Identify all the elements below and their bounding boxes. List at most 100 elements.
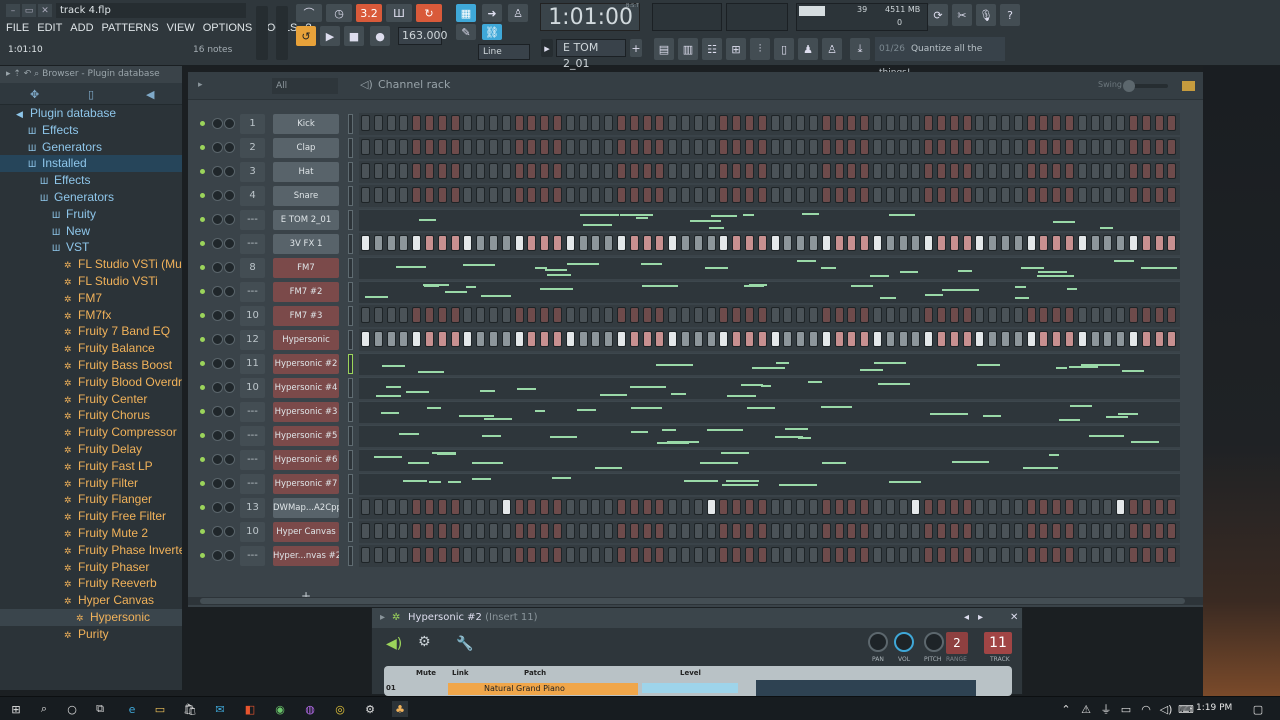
channel-mixer-track[interactable]: 11 (240, 354, 265, 374)
step-button[interactable] (937, 547, 946, 563)
step-button[interactable] (937, 115, 946, 131)
refresh-icon[interactable]: ⟳ (928, 4, 948, 26)
step-button[interactable] (1103, 139, 1113, 155)
channel-volume-knob[interactable] (224, 358, 235, 369)
step-button[interactable] (540, 187, 550, 203)
step-button[interactable] (565, 163, 575, 179)
step-button[interactable] (1103, 307, 1113, 323)
step-button[interactable] (617, 187, 626, 203)
step-button[interactable] (706, 115, 716, 131)
step-button[interactable] (1039, 115, 1049, 131)
step-button[interactable] (988, 523, 998, 539)
patch-selector[interactable]: Natural Grand Piano (448, 683, 638, 695)
step-button[interactable] (1001, 187, 1010, 203)
step-button[interactable] (898, 331, 908, 347)
step-button[interactable] (553, 307, 562, 323)
step-button[interactable] (489, 523, 498, 539)
step-button[interactable] (860, 307, 870, 323)
step-button[interactable] (476, 307, 486, 323)
step-button[interactable] (578, 307, 588, 323)
mixer-icon[interactable]: ⊞ (726, 38, 746, 60)
step-button[interactable] (565, 115, 575, 131)
channel-pan-knob[interactable] (212, 358, 223, 369)
step-button[interactable] (834, 499, 844, 515)
step-button[interactable] (1026, 139, 1036, 155)
step-button[interactable] (578, 163, 588, 179)
step-button[interactable] (1077, 307, 1087, 323)
step-button[interactable] (1026, 331, 1036, 347)
channel-pan-knob[interactable] (212, 478, 223, 489)
step-button[interactable] (629, 187, 639, 203)
channel-select-indicator[interactable] (348, 522, 353, 542)
step-button[interactable] (399, 499, 409, 515)
windows-start-icon[interactable]: ⊞ (8, 701, 24, 717)
channel-enable-led[interactable] (200, 121, 205, 126)
step-button[interactable] (719, 115, 729, 131)
step-button[interactable] (1141, 187, 1151, 203)
step-button[interactable] (489, 307, 498, 323)
step-button[interactable] (693, 547, 703, 563)
step-button[interactable] (425, 187, 434, 203)
step-button[interactable] (1141, 115, 1151, 131)
step-button[interactable] (911, 499, 921, 515)
step-button[interactable] (809, 235, 818, 251)
step-button[interactable] (604, 187, 614, 203)
prev-channel-icon[interactable]: ◂ (964, 608, 969, 628)
step-button[interactable] (834, 187, 844, 203)
step-button[interactable] (476, 115, 486, 131)
step-button[interactable] (1065, 499, 1074, 515)
step-button[interactable] (681, 235, 690, 251)
stop-icon[interactable]: ■ (344, 26, 364, 46)
step-button[interactable] (924, 115, 934, 131)
step-button[interactable] (399, 115, 409, 131)
settings-icon[interactable]: ⚙ (362, 701, 378, 717)
step-button[interactable] (1167, 235, 1177, 251)
step-button[interactable] (1026, 115, 1036, 131)
step-button[interactable] (770, 523, 780, 539)
channel-enable-led[interactable] (200, 145, 205, 150)
usb-icon[interactable]: ⏚ (1098, 701, 1114, 717)
step-button[interactable] (604, 235, 614, 251)
channel-volume-knob[interactable] (224, 526, 235, 537)
step-button[interactable] (1013, 331, 1023, 347)
step-button[interactable] (1052, 163, 1062, 179)
step-button[interactable] (745, 115, 754, 131)
step-button[interactable] (476, 331, 486, 347)
step-button[interactable] (834, 235, 844, 251)
step-button[interactable] (1001, 163, 1010, 179)
menu-view[interactable]: VIEW (167, 22, 195, 34)
channel-enable-led[interactable] (200, 505, 205, 510)
step-button[interactable] (1154, 307, 1164, 323)
step-button[interactable] (693, 331, 703, 347)
step-button[interactable] (770, 307, 780, 323)
step-button[interactable] (514, 187, 524, 203)
step-button[interactable] (1026, 187, 1036, 203)
step-button[interactable] (425, 115, 434, 131)
step-button[interactable] (809, 499, 818, 515)
step-button[interactable] (924, 139, 934, 155)
step-button[interactable] (1077, 115, 1087, 131)
step-button[interactable] (463, 115, 473, 131)
step-button[interactable] (501, 547, 511, 563)
channel-mixer-track[interactable]: 10 (240, 306, 265, 326)
metronome-icon[interactable]: ⌒ (296, 4, 322, 22)
step-button[interactable] (732, 163, 742, 179)
step-button[interactable] (386, 235, 396, 251)
browser-item[interactable]: ◀ Plugin database (0, 105, 182, 122)
browser-item[interactable]: ✲ Fruity Blood Overdrive (0, 374, 182, 391)
task-view-icon[interactable]: ⧉ (92, 701, 108, 717)
channel-name-button[interactable]: Snare (273, 186, 339, 206)
channel-mixer-track[interactable]: --- (240, 282, 265, 302)
browser-item[interactable]: ✲ Fruity Fast LP (0, 458, 182, 475)
step-button[interactable] (783, 187, 793, 203)
channel-volume-knob[interactable] (224, 334, 235, 345)
step-button[interactable] (924, 547, 934, 563)
channel-select-indicator[interactable] (348, 498, 353, 518)
step-button[interactable] (821, 547, 831, 563)
channel-enable-led[interactable] (200, 385, 205, 390)
step-button[interactable] (783, 163, 793, 179)
step-button[interactable] (898, 307, 908, 323)
step-button[interactable] (514, 307, 524, 323)
browser-item[interactable]: ✲ Fruity Center (0, 391, 182, 408)
step-button[interactable] (757, 115, 767, 131)
